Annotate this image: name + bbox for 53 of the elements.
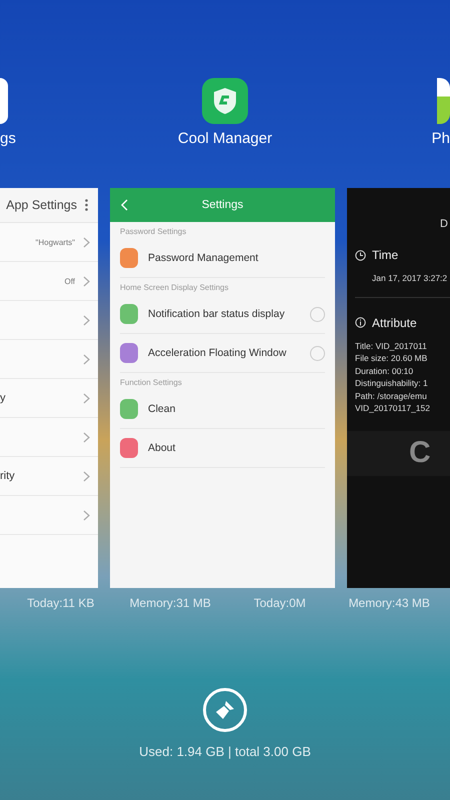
chevron-icon bbox=[83, 236, 90, 248]
section-heading: Time bbox=[372, 248, 398, 262]
detail-text: File size: 20.60 MB bbox=[355, 352, 428, 364]
setting-label: rity bbox=[0, 470, 15, 482]
detail-text: Path: /storage/emu bbox=[355, 390, 428, 402]
section-header: Function Settings bbox=[119, 377, 183, 389]
broom-icon bbox=[214, 699, 236, 721]
section-header: Home Screen Display Settings bbox=[119, 282, 230, 294]
detail-text: Jan 17, 2017 3:27:2 bbox=[372, 272, 448, 284]
app-label[interactable]: gs bbox=[0, 130, 16, 147]
card-title: App Settings bbox=[6, 198, 77, 212]
chevron-icon bbox=[83, 510, 90, 520]
setting-label: y bbox=[0, 392, 6, 404]
card-title: Settings bbox=[202, 199, 244, 211]
chevron-icon bbox=[83, 354, 90, 364]
chevron-icon bbox=[83, 470, 90, 482]
app-card[interactable]: App Settings "Hogwarts" Off y rity bbox=[0, 188, 98, 588]
back-icon[interactable] bbox=[120, 199, 128, 211]
clean-button[interactable] bbox=[203, 688, 247, 732]
setting-value: "Hogwarts" bbox=[36, 238, 75, 246]
section-heading: Attribute bbox=[372, 316, 417, 330]
setting-label[interactable]: Clean bbox=[148, 403, 325, 415]
section-header: Password Settings bbox=[119, 226, 188, 238]
chevron-icon bbox=[83, 432, 90, 442]
radio-button[interactable] bbox=[310, 346, 325, 360]
info-icon bbox=[355, 317, 366, 328]
detail-text: Title: VID_2017011 bbox=[355, 340, 428, 352]
chevron-icon bbox=[83, 314, 90, 326]
chevron-icon bbox=[83, 392, 90, 404]
app-logo: C bbox=[409, 436, 431, 470]
card-title: D bbox=[440, 218, 448, 230]
app-label[interactable]: Cool Manager bbox=[178, 130, 272, 147]
usage-text: Memory:43 MB bbox=[348, 596, 431, 610]
shield-app-icon[interactable] bbox=[202, 78, 248, 124]
usage-text: Memory:31 MB bbox=[128, 596, 212, 610]
clock-icon bbox=[355, 250, 366, 260]
app-label[interactable]: Ph bbox=[432, 130, 450, 147]
memory-usage-text: Used: 1.94 GB | total 3.00 GB bbox=[139, 744, 311, 759]
detail-text: Distinguishability: 1 bbox=[355, 377, 429, 390]
chevron-icon bbox=[83, 276, 90, 286]
radio-button[interactable] bbox=[310, 306, 325, 322]
app-card[interactable]: D Time Jan 17, 2017 3:27:2 Attribute Title: VID_2017011 File size: 20.60 MB Duration: 00:10 Distinguishability: 1 Path: /storage/emu VID_20170117_152 C bbox=[347, 188, 450, 588]
more-icon[interactable] bbox=[85, 199, 88, 211]
detail-text: VID_20170117_152 bbox=[355, 402, 431, 414]
setting-label[interactable]: Password Management bbox=[148, 252, 325, 264]
usage-text: Today:0M bbox=[252, 596, 307, 610]
setting-label[interactable]: About bbox=[148, 442, 325, 454]
app-card[interactable]: Settings Password Settings Password Management Home Screen Display Settings Notification bar status display Acceleration Floating Window Function Settings Clean About bbox=[110, 188, 335, 588]
setting-label[interactable]: Notification bar status display bbox=[148, 308, 300, 320]
setting-value: Off bbox=[64, 276, 75, 286]
detail-text: Duration: 00:10 bbox=[355, 364, 414, 377]
usage-text: Today:11 KB bbox=[26, 596, 96, 610]
setting-label[interactable]: Acceleration Floating Window bbox=[148, 347, 300, 359]
